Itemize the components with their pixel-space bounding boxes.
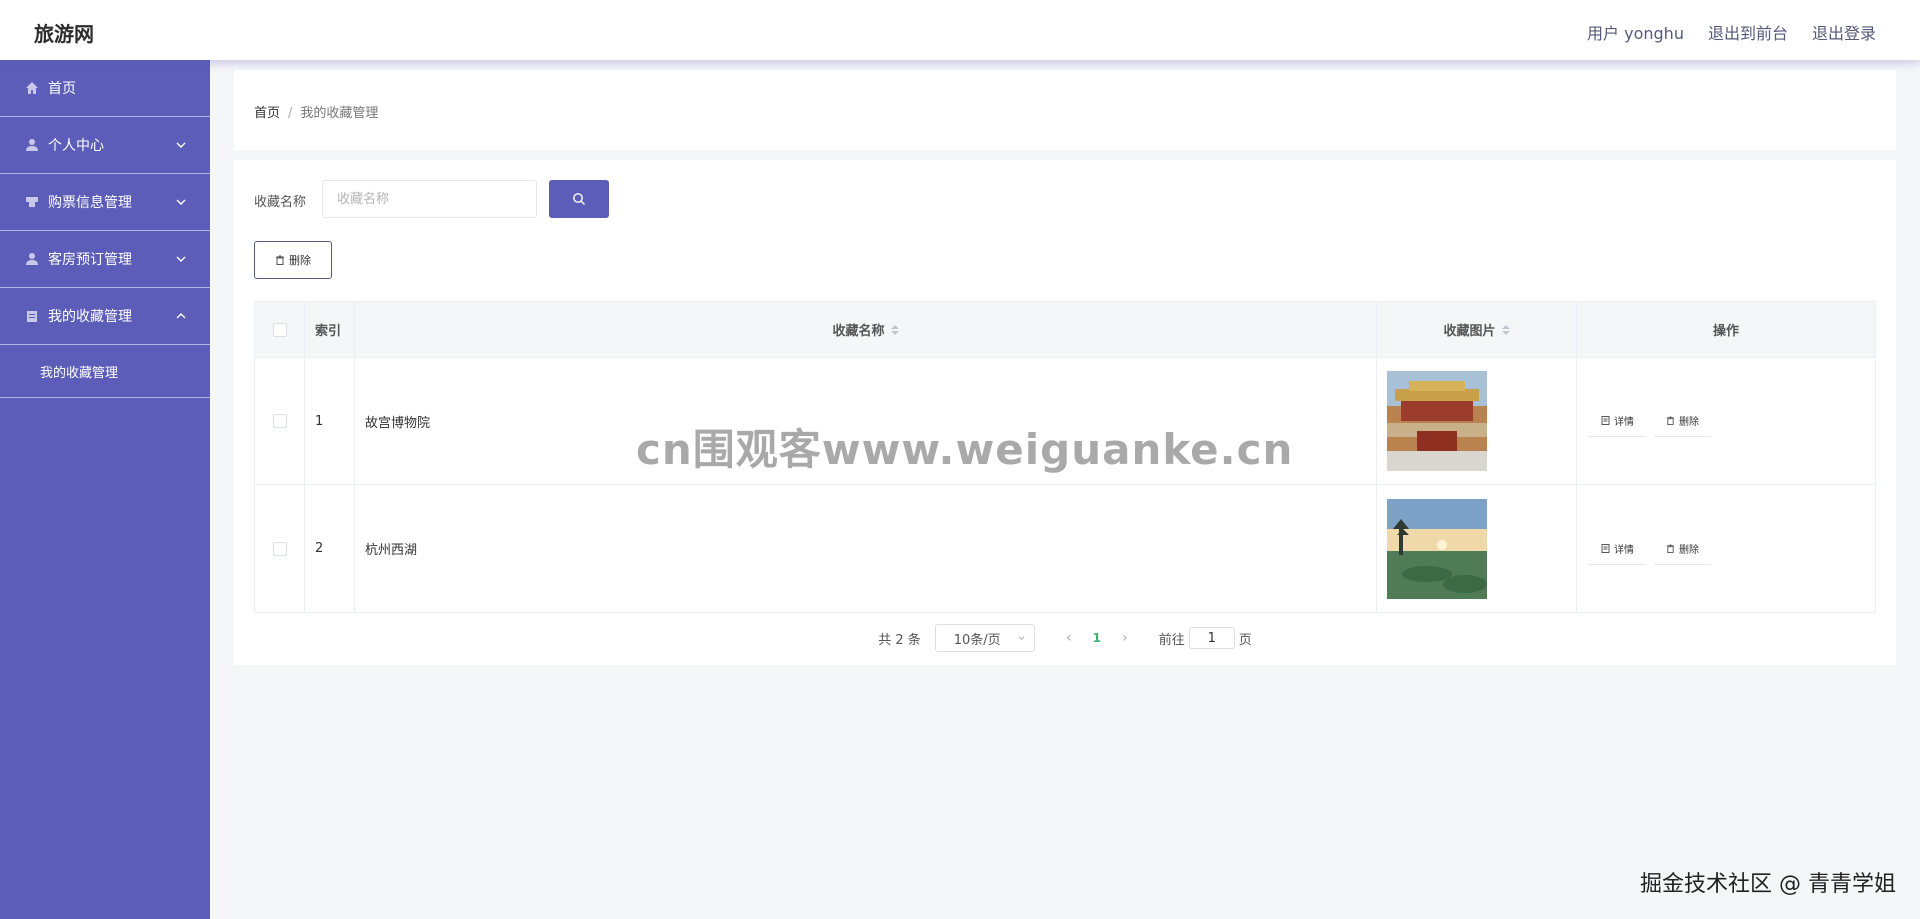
sort-icon[interactable]: [1501, 324, 1510, 335]
chevron-up-icon: [176, 313, 186, 319]
sort-icon[interactable]: [890, 324, 899, 335]
row-checkbox[interactable]: [272, 541, 287, 556]
sidebar-item-personal-center[interactable]: 个人中心: [0, 117, 210, 174]
sidebar-subitem-favorites[interactable]: 我的收藏管理: [0, 345, 210, 398]
sidebar-item-label: 我的收藏管理: [48, 309, 132, 325]
exit-to-front-link[interactable]: 退出到前台: [1708, 20, 1788, 44]
next-page-button[interactable]: ›: [1111, 630, 1139, 646]
row-checkbox-cell: [255, 358, 305, 484]
row-name: 杭州西湖: [355, 485, 1377, 612]
trash-icon: [1666, 416, 1675, 425]
delete-button[interactable]: 删除: [1654, 405, 1711, 437]
detail-label: 详情: [1614, 417, 1634, 428]
sidebar-item-label: 购票信息管理: [48, 195, 132, 211]
sidebar-item-ticket-management[interactable]: 购票信息管理: [0, 174, 210, 231]
sidebar-item-label: 客房预订管理: [48, 252, 132, 268]
header-checkbox-cell: [255, 302, 305, 357]
sidebar-item-label: 个人中心: [48, 138, 104, 154]
row-image-cell: [1377, 358, 1577, 484]
breadcrumb-separator: /: [288, 106, 293, 121]
search-label: 收藏名称: [254, 195, 307, 210]
delete-label: 删除: [1679, 544, 1699, 556]
header-image[interactable]: 收藏图片: [1377, 302, 1577, 357]
breadcrumb: 首页 / 我的收藏管理: [254, 102, 378, 121]
search-icon: [573, 193, 585, 205]
detail-button[interactable]: 详情: [1589, 405, 1646, 437]
watermark-center: cn围观客www.weiguanke.cn: [636, 425, 1294, 474]
row-index: 1: [305, 358, 355, 484]
sidebar: 首页 个人中心 购票信息管理 客房预订管理 我的收藏管理 我的收藏管理: [0, 60, 210, 919]
header-index: 索引: [305, 302, 355, 357]
breadcrumb-current: 我的收藏管理: [300, 106, 379, 121]
detail-button[interactable]: 详情: [1589, 533, 1646, 565]
batch-delete-label: 删除: [289, 254, 311, 267]
ticket-icon: [24, 194, 40, 210]
user-icon: [24, 251, 40, 267]
trash-icon: [1666, 543, 1675, 553]
row-actions: 详情 删除: [1577, 358, 1875, 484]
batch-delete-button[interactable]: 删除: [254, 241, 332, 279]
goto-suffix: 页: [1238, 632, 1252, 648]
goto-prefix: 前往: [1158, 632, 1185, 648]
home-icon: [24, 80, 40, 96]
header-name[interactable]: 收藏名称: [355, 302, 1377, 357]
sidebar-item-home[interactable]: 首页: [0, 60, 210, 117]
user-icon: [24, 137, 40, 153]
table-header: 索引 收藏名称 收藏图片 操作: [255, 302, 1875, 358]
watermark-corner: 掘金技术社区 @ 青青学姐: [1640, 872, 1896, 897]
sidebar-item-label: 首页: [48, 81, 76, 97]
pagination-total: 共 2 条: [878, 632, 921, 648]
row-actions: 详情 删除: [1577, 485, 1875, 612]
pagination: 共 2 条 10条/页 ‹ 1 › 前往 页: [234, 624, 1896, 652]
chevron-down-icon: [176, 142, 186, 148]
app-title: 旅游网: [34, 22, 94, 46]
row-checkbox-cell: [255, 485, 305, 612]
top-header: 旅游网 用户 yonghu 退出到前台 退出登录: [0, 0, 1920, 60]
chevron-down-icon: [1018, 636, 1025, 641]
content-card: 收藏名称 删除 索引 收藏名称 收藏图片 操作 1 故宫博物院: [234, 160, 1896, 665]
row-image-cell: [1377, 485, 1577, 612]
header-name-label: 收藏名称: [832, 324, 885, 339]
search-input[interactable]: [322, 180, 537, 218]
breadcrumb-card: 首页 / 我的收藏管理: [234, 70, 1896, 150]
document-icon: [1601, 543, 1610, 553]
search-button[interactable]: [549, 180, 609, 218]
sidebar-item-room-booking[interactable]: 客房预订管理: [0, 231, 210, 288]
clipboard-icon: [24, 308, 40, 324]
chevron-down-icon: [176, 256, 186, 262]
document-icon: [1601, 416, 1610, 425]
select-all-checkbox[interactable]: [272, 322, 287, 337]
user-name-link[interactable]: 用户 yonghu: [1587, 20, 1684, 44]
top-nav: 用户 yonghu 退出到前台 退出登录: [1587, 20, 1876, 44]
trash-icon: [276, 255, 284, 265]
delete-label: 删除: [1679, 417, 1699, 428]
sidebar-item-favorites[interactable]: 我的收藏管理: [0, 288, 210, 345]
page-size-value: 10条/页: [953, 632, 1001, 648]
row-checkbox[interactable]: [272, 414, 287, 428]
table-row: 2 杭州西湖 详情 删除: [255, 485, 1875, 612]
chevron-down-icon: [176, 199, 186, 205]
west-lake-photo[interactable]: [1387, 498, 1487, 599]
header-actions: 操作: [1712, 324, 1739, 339]
delete-button[interactable]: 删除: [1654, 533, 1711, 565]
page-number-current[interactable]: 1: [1083, 631, 1111, 645]
goto-page-input[interactable]: [1188, 627, 1235, 649]
breadcrumb-home[interactable]: 首页: [254, 106, 280, 121]
forbidden-city-photo[interactable]: [1387, 371, 1487, 471]
page-size-select[interactable]: 10条/页: [934, 624, 1035, 652]
logout-link[interactable]: 退出登录: [1812, 20, 1876, 44]
header-image-label: 收藏图片: [1443, 324, 1496, 339]
row-index: 2: [305, 485, 355, 612]
prev-page-button[interactable]: ‹: [1055, 630, 1083, 646]
detail-label: 详情: [1614, 544, 1634, 556]
